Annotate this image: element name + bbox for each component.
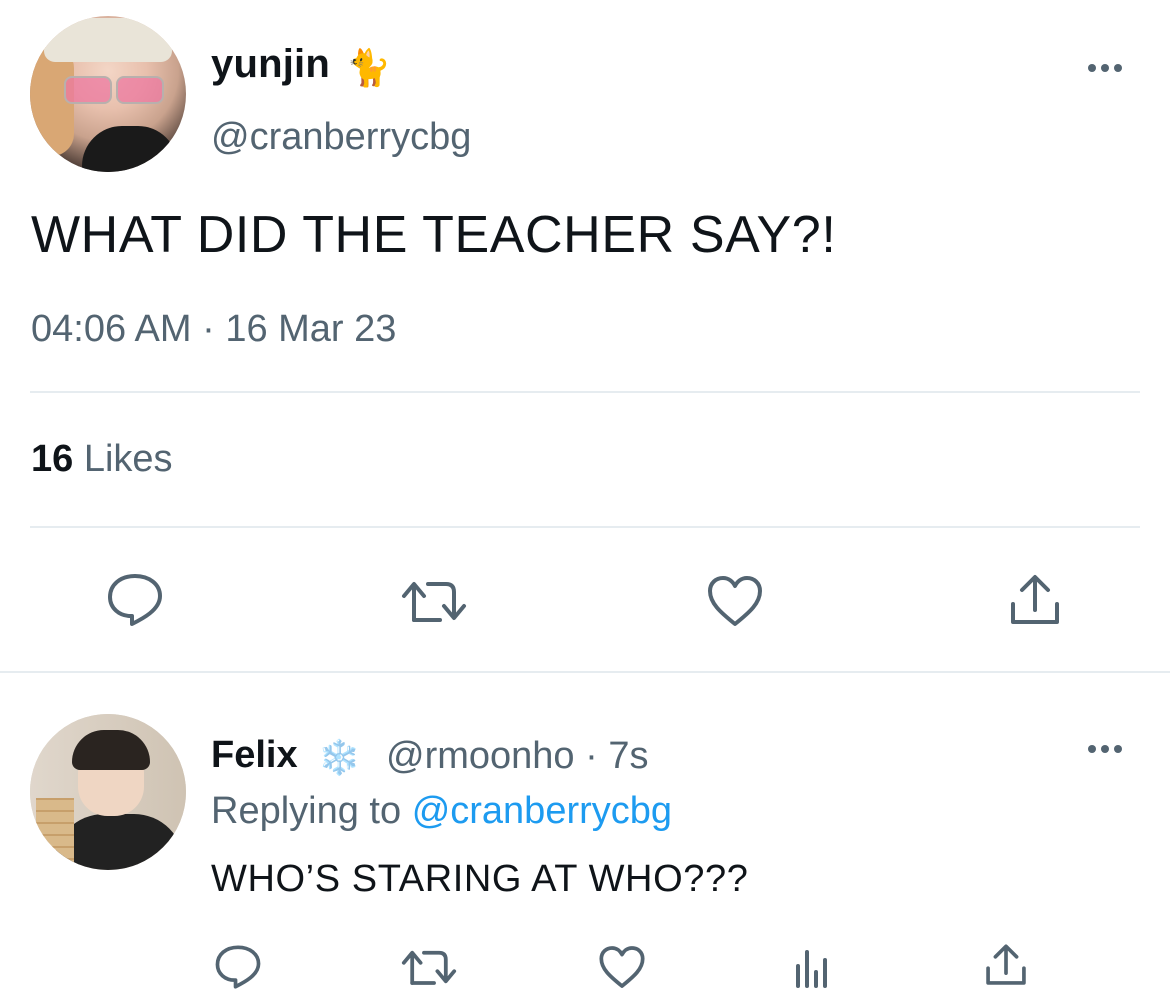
tweet-text: WHAT DID THE TEACHER SAY?! — [31, 206, 837, 264]
author-avatar[interactable] — [30, 16, 186, 172]
share-icon[interactable] — [1008, 572, 1062, 628]
tweet-timestamp[interactable]: 04:06 AM · 16 Mar 23 — [31, 308, 396, 351]
avatar-jenga-blocks — [36, 798, 74, 870]
analytics-icon[interactable] — [792, 944, 832, 988]
replying-to-mention[interactable]: @cranberrycbg — [412, 790, 672, 832]
avatar-clothing — [82, 126, 178, 172]
retweet-icon[interactable] — [400, 576, 468, 626]
retweet-icon[interactable] — [400, 946, 458, 988]
reply-author-display-name[interactable]: Felix — [211, 734, 298, 777]
section-divider — [0, 671, 1170, 673]
more-options-icon[interactable] — [1088, 64, 1122, 72]
author-display-name[interactable]: yunjin — [211, 42, 330, 87]
reply-icon[interactable] — [106, 572, 164, 628]
likes-label: Likes — [83, 438, 173, 480]
like-icon[interactable] — [598, 944, 646, 990]
divider — [30, 391, 1140, 393]
likes-number: 16 — [31, 438, 74, 480]
divider — [30, 526, 1140, 528]
reply-text: WHO’S STARING AT WHO??? — [211, 858, 749, 900]
replying-to-label: Replying to — [211, 790, 402, 832]
reply-author-name-emoji: ❄️ — [318, 739, 361, 777]
like-icon[interactable] — [706, 574, 764, 628]
share-icon[interactable] — [984, 942, 1028, 988]
author-name-emoji: 🐈 — [346, 47, 391, 88]
reply-more-options-icon[interactable] — [1088, 745, 1122, 753]
replying-to-line: Replying to @cranberrycbg — [211, 790, 672, 833]
reply-icon[interactable] — [214, 944, 262, 990]
likes-count[interactable]: 16 Likes — [31, 438, 173, 481]
reply-author-avatar[interactable] — [30, 714, 186, 870]
avatar-glasses — [60, 76, 164, 104]
author-handle[interactable]: @cranberrycbg — [211, 116, 471, 159]
avatar-hat — [44, 18, 172, 62]
reply-author-handle-time[interactable]: @rmoonho · 7s — [386, 735, 648, 778]
